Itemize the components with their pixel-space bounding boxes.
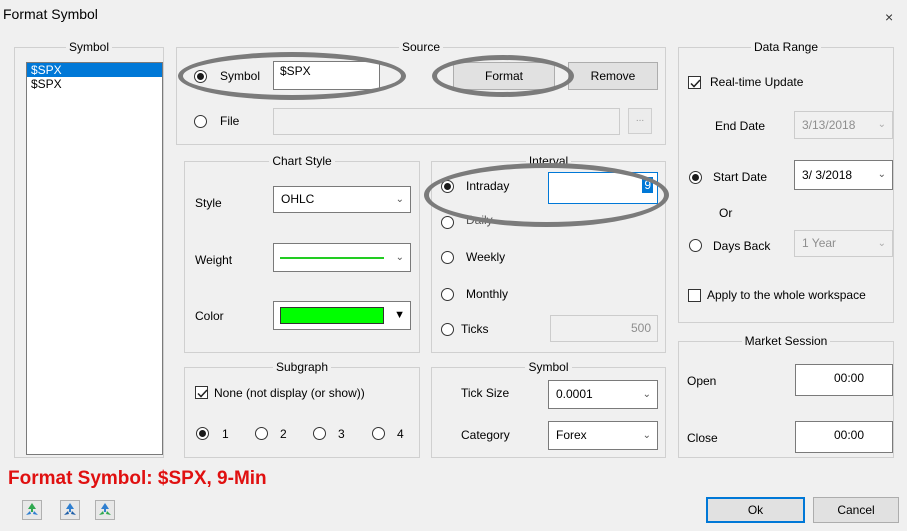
chevron-down-icon: ⌄ bbox=[642, 389, 651, 400]
file-path-input[interactable] bbox=[273, 108, 620, 135]
subgraph-radio-4[interactable] bbox=[372, 427, 385, 440]
session-open-input[interactable]: 00:00 bbox=[795, 364, 893, 396]
dropdown-triangle-icon: ▼ bbox=[394, 309, 405, 321]
interval-intraday-radio[interactable] bbox=[441, 180, 454, 193]
category-value: Forex bbox=[556, 428, 587, 442]
ok-button[interactable]: Ok bbox=[706, 497, 805, 523]
interval-ticks-label: Ticks bbox=[461, 322, 489, 336]
category-select[interactable]: Forex ⌄ bbox=[548, 421, 658, 450]
tick-size-value: 0.0001 bbox=[556, 387, 593, 401]
weight-label: Weight bbox=[195, 253, 233, 267]
blue-green-recycle-icon[interactable] bbox=[95, 500, 115, 520]
color-swatch bbox=[280, 307, 384, 324]
subgraph-none-label: None (not display (or show)) bbox=[214, 386, 365, 400]
realtime-update-checkbox[interactable] bbox=[688, 76, 701, 89]
chevron-down-icon: ⌄ bbox=[877, 169, 886, 180]
source-group-title: Source bbox=[398, 40, 444, 54]
interval-intraday-label: Intraday bbox=[466, 179, 510, 193]
window-title: Format Symbol bbox=[3, 6, 98, 22]
style-label: Style bbox=[195, 196, 222, 210]
symbol-listbox[interactable]: $SPX $SPX bbox=[26, 62, 163, 455]
source-symbol-label: Symbol bbox=[220, 69, 261, 83]
source-symbol-radio[interactable] bbox=[194, 70, 207, 83]
days-back-radio[interactable] bbox=[689, 239, 702, 252]
session-close-input[interactable]: 00:00 bbox=[795, 421, 893, 453]
chevron-down-icon: ⌄ bbox=[395, 194, 404, 205]
apply-workspace-label: Apply to the whole workspace bbox=[707, 288, 866, 302]
subgraph-group: Subgraph bbox=[184, 360, 420, 458]
interval-daily-label: Daily bbox=[466, 213, 493, 227]
or-label: Or bbox=[719, 206, 733, 220]
interval-daily-radio[interactable] bbox=[441, 216, 454, 229]
weight-select[interactable]: ⌄ bbox=[273, 243, 411, 272]
market-session-group-title: Market Session bbox=[741, 334, 831, 348]
start-date-value: 3/ 3/2018 bbox=[802, 168, 853, 182]
color-label: Color bbox=[195, 309, 224, 323]
cancel-button[interactable]: Cancel bbox=[813, 497, 899, 523]
symbol-group-title: Symbol bbox=[65, 40, 112, 54]
style-select[interactable]: OHLC ⌄ bbox=[273, 186, 411, 213]
subgraph-label-3: 3 bbox=[338, 427, 345, 441]
symbol-list-item[interactable]: $SPX bbox=[27, 77, 162, 91]
days-back-select[interactable]: 1 Year ⌄ bbox=[794, 230, 893, 257]
interval-weekly-label: Weekly bbox=[466, 250, 506, 264]
chevron-down-icon: ⌄ bbox=[877, 119, 886, 130]
ticks-input[interactable]: 500 bbox=[550, 315, 658, 342]
session-close-label: Close bbox=[687, 431, 718, 445]
subgraph-label-1: 1 bbox=[222, 427, 229, 441]
subgraph-group-title: Subgraph bbox=[272, 360, 332, 374]
category-label: Category bbox=[461, 428, 510, 442]
subgraph-label-4: 4 bbox=[397, 427, 404, 441]
end-date-label: End Date bbox=[715, 119, 766, 133]
interval-group-title: Interval bbox=[525, 154, 572, 168]
remove-button[interactable]: Remove bbox=[568, 62, 658, 90]
blue-recycle-icon[interactable] bbox=[60, 500, 80, 520]
start-date-label: Start Date bbox=[713, 170, 768, 184]
weight-line-sample bbox=[280, 257, 384, 259]
tick-size-label: Tick Size bbox=[461, 386, 510, 400]
green-recycle-icon[interactable] bbox=[22, 500, 42, 520]
chevron-down-icon: ⌄ bbox=[395, 252, 404, 263]
start-date-radio[interactable] bbox=[689, 171, 702, 184]
interval-monthly-label: Monthly bbox=[466, 287, 509, 301]
tick-size-select[interactable]: 0.0001 ⌄ bbox=[548, 380, 658, 409]
style-select-value: OHLC bbox=[281, 192, 315, 206]
subgraph-radio-3[interactable] bbox=[313, 427, 326, 440]
subgraph-label-2: 2 bbox=[280, 427, 287, 441]
realtime-update-label: Real-time Update bbox=[710, 75, 804, 89]
start-date-picker[interactable]: 3/ 3/2018 ⌄ bbox=[794, 160, 893, 190]
apply-workspace-checkbox[interactable] bbox=[688, 289, 701, 302]
source-file-radio[interactable] bbox=[194, 115, 207, 128]
subgraph-radio-2[interactable] bbox=[255, 427, 268, 440]
interval-monthly-radio[interactable] bbox=[441, 288, 454, 301]
end-date-picker[interactable]: 3/13/2018 ⌄ bbox=[794, 111, 893, 139]
format-button[interactable]: Format bbox=[453, 62, 555, 90]
intraday-minutes-input[interactable]: 9 bbox=[548, 172, 658, 204]
format-symbol-summary: Format Symbol: $SPX, 9-Min bbox=[8, 468, 267, 489]
end-date-value: 3/13/2018 bbox=[802, 118, 856, 132]
source-file-label: File bbox=[220, 114, 240, 128]
symbol-input[interactable]: $SPX bbox=[273, 61, 380, 90]
browse-button[interactable]: ... bbox=[628, 108, 652, 134]
close-icon[interactable]: × bbox=[885, 9, 893, 25]
chevron-down-icon: ⌄ bbox=[642, 430, 651, 441]
session-open-label: Open bbox=[687, 374, 717, 388]
interval-ticks-radio[interactable] bbox=[441, 323, 454, 336]
color-picker[interactable]: ▼ bbox=[273, 301, 411, 330]
subgraph-radio-1[interactable] bbox=[196, 427, 209, 440]
days-back-label: Days Back bbox=[713, 239, 771, 253]
chart-style-group-title: Chart Style bbox=[269, 154, 335, 168]
subgraph-none-checkbox[interactable] bbox=[195, 386, 208, 399]
days-back-value: 1 Year bbox=[802, 236, 837, 250]
interval-weekly-radio[interactable] bbox=[441, 251, 454, 264]
symbol-list-item[interactable]: $SPX bbox=[27, 63, 162, 77]
data-range-group-title: Data Range bbox=[750, 40, 822, 54]
intraday-minutes-value: 9 bbox=[642, 177, 653, 193]
chevron-down-icon: ⌄ bbox=[877, 238, 886, 249]
symbol-properties-group-title: Symbol bbox=[525, 360, 572, 374]
